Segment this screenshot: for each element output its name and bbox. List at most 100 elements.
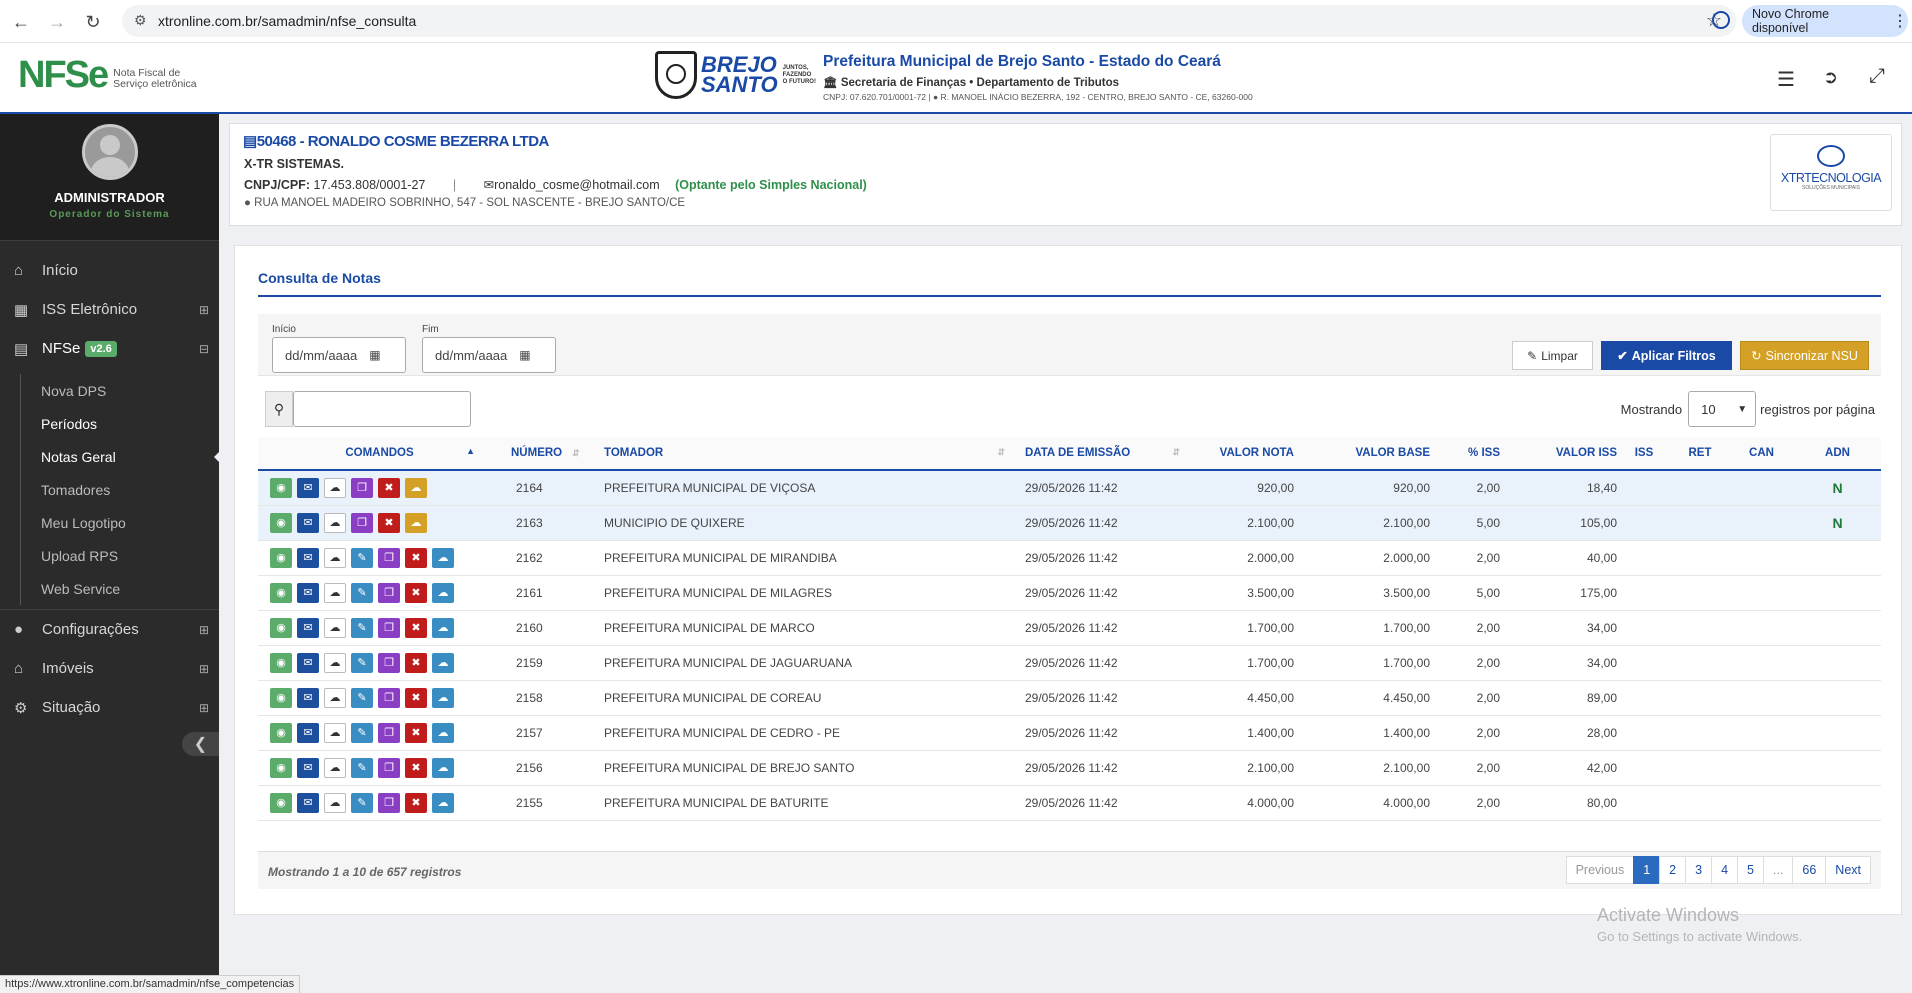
table-row[interactable]: ◉ ✉ ☁ ✎ ❐ ✖ ☁ 2160 PREFEITURA MUNICIPAL DE MARCO… xyxy=(258,610,1881,646)
table-row[interactable]: ◉ ✉ ☁ ❐ ✖ ☁ 2163 MUNICIPIO DE QUIXERE 29/05/2026… xyxy=(258,505,1881,541)
page-size-select[interactable]: 10 ▼ xyxy=(1688,391,1757,427)
col-ret[interactable]: RET xyxy=(1671,437,1729,471)
email-button[interactable]: ✉ xyxy=(297,722,319,743)
edit-button[interactable]: ✎ xyxy=(351,792,373,813)
view-button[interactable]: ◉ xyxy=(270,757,292,778)
email-button[interactable]: ✉ xyxy=(297,792,319,813)
cancel-button[interactable]: ✖ xyxy=(378,477,400,498)
sincronizar-nsu-button[interactable]: ↻ Sincronizar NSU xyxy=(1740,341,1869,370)
sidebar-item-inicio[interactable]: ⌂ Início xyxy=(0,251,219,290)
download-button[interactable]: ☁ xyxy=(324,652,346,673)
cancel-button[interactable]: ✖ xyxy=(405,617,427,638)
pagination-previous[interactable]: Previous xyxy=(1565,856,1635,884)
sidebar-sub-periodos[interactable]: Períodos xyxy=(20,407,219,440)
pagination-page[interactable]: 1 xyxy=(1633,856,1661,884)
download-button[interactable]: ☁ xyxy=(324,512,346,533)
email-button[interactable]: ✉ xyxy=(297,617,319,638)
pagination-page[interactable]: 3 xyxy=(1685,856,1713,884)
sort-asc-icon[interactable]: ▲ xyxy=(466,446,475,456)
download-button[interactable]: ☁ xyxy=(324,757,346,778)
col-iss[interactable]: ISS xyxy=(1617,437,1671,471)
pagination-next[interactable]: Next xyxy=(1825,856,1871,884)
email-button[interactable]: ✉ xyxy=(297,687,319,708)
table-row[interactable]: ◉ ✉ ☁ ✎ ❐ ✖ ☁ 2156 PREFEITURA MUNICIPAL DE BREJO… xyxy=(258,750,1881,786)
expand-icon[interactable]: ⊞ xyxy=(199,303,209,317)
view-button[interactable]: ◉ xyxy=(270,687,292,708)
upload-button[interactable]: ☁ xyxy=(405,512,427,533)
sidebar-sub-notas-geral[interactable]: Notas Geral xyxy=(20,440,221,473)
col-can[interactable]: CAN xyxy=(1729,437,1794,471)
nfse-logo[interactable]: NFSe Nota Fiscal de Serviço eletrônica xyxy=(18,56,197,94)
avatar[interactable] xyxy=(81,124,138,180)
pagination-page[interactable]: 4 xyxy=(1711,856,1739,884)
address-bar[interactable]: ⚙ xtronline.com.br/samadmin/nfse_consult… xyxy=(122,5,1736,37)
cancel-button[interactable]: ✖ xyxy=(405,652,427,673)
col-data[interactable]: DATA DE EMISSÃO ⇵ xyxy=(1015,437,1188,471)
calendar-icon[interactable]: ▦ xyxy=(519,348,530,362)
expand-icon[interactable]: ⊞ xyxy=(199,701,209,715)
pagination-page[interactable]: 2 xyxy=(1659,856,1687,884)
download-button[interactable]: ☁ xyxy=(324,582,346,603)
table-row[interactable]: ◉ ✉ ☁ ✎ ❐ ✖ ☁ 2161 PREFEITURA MUNICIPAL DE MILAG… xyxy=(258,575,1881,611)
download-button[interactable]: ☁ xyxy=(324,722,346,743)
collapse-icon[interactable]: ⊟ xyxy=(199,342,209,356)
sidebar-sub-web-service[interactable]: Web Service xyxy=(20,572,219,605)
sidebar-sub-logotipo[interactable]: Meu Logotipo xyxy=(20,506,219,539)
cancel-button[interactable]: ✖ xyxy=(405,547,427,568)
fim-date-input[interactable]: dd/mm/aaaa ▦ xyxy=(422,337,556,373)
edit-button[interactable]: ✎ xyxy=(351,617,373,638)
upload-button[interactable]: ☁ xyxy=(432,722,454,743)
col-valor-base[interactable]: VALOR BASE xyxy=(1294,437,1430,471)
view-button[interactable]: ◉ xyxy=(270,477,292,498)
cancel-button[interactable]: ✖ xyxy=(405,757,427,778)
table-row[interactable]: ◉ ✉ ☁ ✎ ❐ ✖ ☁ 2157 PREFEITURA MUNICIPAL DE CEDRO… xyxy=(258,715,1881,751)
upload-button[interactable]: ☁ xyxy=(432,547,454,568)
sort-icon[interactable]: ⇵ xyxy=(1172,447,1180,458)
view-button[interactable]: ◉ xyxy=(270,792,292,813)
site-settings-icon[interactable]: ⚙ xyxy=(134,12,147,29)
edit-button[interactable]: ✎ xyxy=(351,757,373,778)
copy-button[interactable]: ❐ xyxy=(378,687,400,708)
expand-icon[interactable]: ⊞ xyxy=(199,662,209,676)
email-button[interactable]: ✉ xyxy=(297,547,319,568)
sidebar-item-situacao[interactable]: ⚙ Situação ⊞ xyxy=(0,688,219,727)
aplicar-filtros-button[interactable]: ✔ Aplicar Filtros xyxy=(1601,341,1732,370)
sidebar-sub-tomadores[interactable]: Tomadores xyxy=(20,473,219,506)
collapse-sidebar-button[interactable]: ❮ xyxy=(182,732,219,756)
profile-icon[interactable] xyxy=(1712,11,1730,29)
upload-button[interactable]: ☁ xyxy=(432,617,454,638)
edit-button[interactable]: ✎ xyxy=(351,687,373,708)
url-text[interactable]: xtronline.com.br/samadmin/nfse_consulta xyxy=(158,13,416,29)
cancel-button[interactable]: ✖ xyxy=(405,792,427,813)
email-button[interactable]: ✉ xyxy=(297,582,319,603)
cancel-button[interactable]: ✖ xyxy=(405,722,427,743)
table-row[interactable]: ◉ ✉ ☁ ✎ ❐ ✖ ☁ 2155 PREFEITURA MUNICIPAL DE BATUR… xyxy=(258,785,1881,821)
sidebar-sub-upload-rps[interactable]: Upload RPS xyxy=(20,539,219,572)
col-numero[interactable]: NÚMERO ⇵ xyxy=(501,437,594,471)
download-button[interactable]: ☁ xyxy=(324,547,346,568)
sidebar-item-nfse[interactable]: ▤ NFSe v2.6 ⊟ xyxy=(0,329,219,368)
menu-dots-icon[interactable]: ⋮ xyxy=(1892,11,1908,31)
edit-button[interactable]: ✎ xyxy=(351,547,373,568)
upload-button[interactable]: ☁ xyxy=(432,757,454,778)
edit-button[interactable]: ✎ xyxy=(351,582,373,603)
copy-button[interactable]: ❐ xyxy=(351,477,373,498)
email-button[interactable]: ✉ xyxy=(297,477,319,498)
forward-icon[interactable]: → xyxy=(44,9,70,35)
download-button[interactable]: ☁ xyxy=(324,617,346,638)
expand-icon[interactable]: ⊞ xyxy=(199,623,209,637)
copy-button[interactable]: ❐ xyxy=(378,792,400,813)
edit-button[interactable]: ✎ xyxy=(351,652,373,673)
col-pct-iss[interactable]: % ISS xyxy=(1430,437,1500,471)
col-comandos[interactable]: COMANDOS ▲ xyxy=(258,437,501,471)
copy-button[interactable]: ❐ xyxy=(378,582,400,603)
copy-button[interactable]: ❐ xyxy=(378,757,400,778)
calendar-icon[interactable]: ▦ xyxy=(369,348,380,362)
view-button[interactable]: ◉ xyxy=(270,722,292,743)
sidebar-sub-nova-dps[interactable]: Nova DPS xyxy=(20,374,219,407)
upload-button[interactable]: ☁ xyxy=(432,687,454,708)
back-icon[interactable]: ← xyxy=(8,9,34,35)
col-tomador[interactable]: TOMADOR ⇵ xyxy=(594,437,1015,471)
col-valor-nota[interactable]: VALOR NOTA xyxy=(1188,437,1294,471)
view-button[interactable]: ◉ xyxy=(270,652,292,673)
